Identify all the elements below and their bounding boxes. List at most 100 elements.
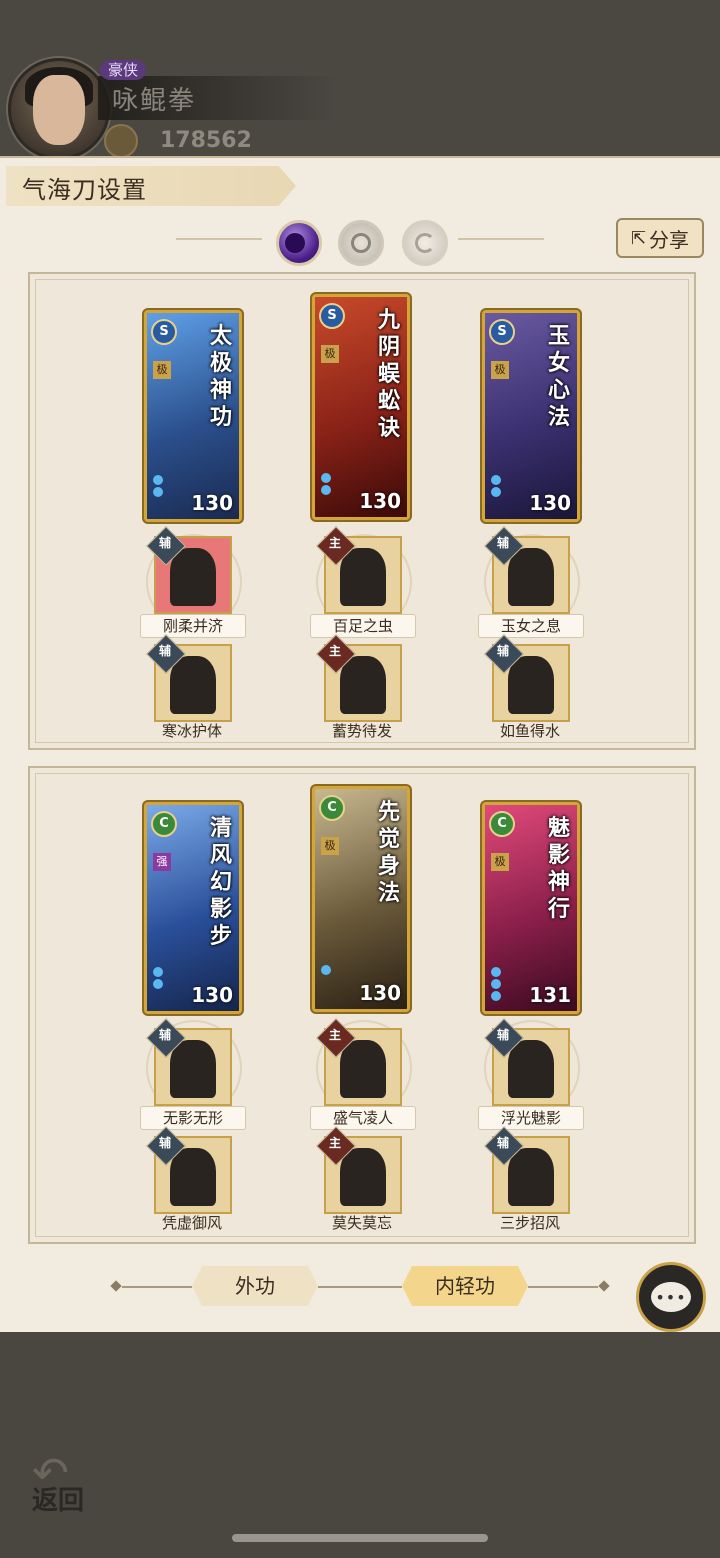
- skill-silhouette-icon: [508, 548, 554, 606]
- skill-label: 玉女之息: [478, 614, 584, 638]
- avatar-face: [33, 75, 85, 145]
- power-value: 178562: [160, 128, 252, 153]
- card-level: 130: [359, 489, 401, 513]
- skill-label: 三步招风: [499, 1214, 560, 1232]
- skill-icon-slot[interactable]: 主: [316, 1018, 402, 1106]
- chat-button[interactable]: •••: [636, 1262, 706, 1332]
- skill-label: 如鱼得水: [499, 722, 560, 740]
- skill-card[interactable]: C 强 清风幻影步 130: [144, 802, 242, 1014]
- card-type-badge: C: [319, 795, 345, 821]
- skill-silhouette-icon: [340, 656, 386, 714]
- skill-label: 莫失莫忘: [331, 1214, 392, 1232]
- skill-label: 寒冰护体: [161, 722, 222, 740]
- card-rank: 极: [321, 837, 339, 855]
- skill-silhouette-icon: [508, 1040, 554, 1098]
- tag-label: 辅: [496, 644, 509, 658]
- home-indicator[interactable]: [232, 1534, 488, 1542]
- card-dots: [321, 963, 361, 1003]
- skill-card[interactable]: C 极 先觉身法 130: [312, 786, 410, 1012]
- card-rank: 强: [153, 853, 171, 871]
- skill-card[interactable]: S 极 九阴蜈蚣诀 130: [312, 294, 410, 520]
- card-level: 131: [529, 983, 571, 1007]
- skill-card[interactable]: S 极 玉女心法 130: [482, 310, 580, 522]
- skill-silhouette-icon: [340, 1148, 386, 1206]
- skill-card[interactable]: C 极 魅影神行 131: [482, 802, 580, 1014]
- skill-label: 盛气凌人: [310, 1106, 416, 1130]
- tag-label: 辅: [158, 536, 171, 550]
- back-label: 返回: [32, 1486, 85, 1516]
- moon-orb-purple[interactable]: [276, 220, 322, 266]
- card-type-badge: C: [151, 811, 177, 837]
- skill-label: 蓄势待发: [331, 722, 392, 740]
- card-dots: [491, 473, 531, 513]
- skill-label: 凭虚御风: [161, 1214, 222, 1232]
- loadout-section-1: S 极 太极神功 130 S 极 九阴蜈蚣诀 130 S 极 玉女心法 130 …: [28, 272, 696, 750]
- crescent-icon: [285, 233, 305, 253]
- skill-silhouette-icon: [340, 548, 386, 606]
- skill-silhouette-icon: [508, 656, 554, 714]
- power-icon: [104, 124, 138, 158]
- tag-label: 辅: [496, 1136, 509, 1150]
- top-bar: 豪侠 咏鲲拳 178562: [0, 0, 720, 160]
- card-level: 130: [191, 983, 233, 1007]
- decor-line: [122, 1286, 192, 1288]
- decor-line: [318, 1286, 402, 1288]
- skill-silhouette-icon: [170, 656, 216, 714]
- card-rank: 极: [491, 853, 509, 871]
- card-type-badge: S: [151, 319, 177, 345]
- tag-label: 主: [328, 644, 341, 658]
- skill-label: 浮光魅影: [478, 1106, 584, 1130]
- skill-icon-slot[interactable]: 辅: [146, 1018, 232, 1106]
- card-level: 130: [529, 491, 571, 515]
- card-dots: [491, 965, 531, 1005]
- sun-icon: [351, 233, 371, 253]
- card-name: 先觉身法: [377, 799, 400, 906]
- sun-orb-gray[interactable]: [338, 220, 384, 266]
- skill-icon-slot[interactable]: 辅: [146, 526, 232, 614]
- skill-label: 无影无形: [140, 1106, 246, 1130]
- card-dots: [153, 473, 193, 513]
- share-icon: ⇱: [630, 227, 647, 249]
- card-type-badge: C: [489, 811, 515, 837]
- card-name: 玉女心法: [547, 323, 570, 430]
- share-button[interactable]: ⇱ 分享: [616, 218, 704, 258]
- skill-silhouette-icon: [508, 1148, 554, 1206]
- skill-icon-slot[interactable]: 主: [316, 634, 402, 722]
- rank-badge: 豪侠: [100, 60, 147, 80]
- tag-label: 辅: [158, 644, 171, 658]
- tab-outer-skill[interactable]: 外功: [192, 1266, 318, 1306]
- skill-label: 百足之虫: [310, 614, 416, 638]
- card-rank: 极: [491, 361, 509, 379]
- card-name: 九阴蜈蚣诀: [377, 307, 400, 441]
- card-rank: 极: [321, 345, 339, 363]
- skill-icon-slot[interactable]: 主: [316, 1126, 402, 1214]
- skill-icon-slot[interactable]: 辅: [484, 634, 570, 722]
- skill-card[interactable]: S 极 太极神功 130: [144, 310, 242, 522]
- card-type-badge: S: [319, 303, 345, 329]
- settings-panel: 气海刀设置 ⇱ 分享 S 极 太极神功 130 S 极 九阴蜈蚣诀 130 S …: [0, 156, 720, 1332]
- chat-icon: •••: [651, 1282, 691, 1312]
- tab-inner-skill[interactable]: 内轻功: [402, 1266, 528, 1306]
- card-dots: [321, 471, 361, 511]
- skill-icon-slot[interactable]: 辅: [484, 1126, 570, 1214]
- moon-orb-gray[interactable]: [402, 220, 448, 266]
- skill-icon-slot[interactable]: 主: [316, 526, 402, 614]
- decor-line: [528, 1286, 598, 1288]
- tag-label: 主: [328, 536, 341, 550]
- skill-label: 刚柔并济: [140, 614, 246, 638]
- card-name: 清风幻影步: [209, 815, 232, 949]
- back-button[interactable]: ↶ 返回: [26, 1448, 98, 1516]
- tag-label: 辅: [496, 1028, 509, 1042]
- tag-label: 辅: [496, 536, 509, 550]
- player-avatar[interactable]: [8, 58, 110, 160]
- skill-silhouette-icon: [340, 1040, 386, 1098]
- skill-silhouette-icon: [170, 1148, 216, 1206]
- skill-icon-slot[interactable]: 辅: [484, 526, 570, 614]
- skill-silhouette-icon: [170, 1040, 216, 1098]
- skill-icon-slot[interactable]: 辅: [146, 1126, 232, 1214]
- skill-icon-slot[interactable]: 辅: [146, 634, 232, 722]
- skill-icon-slot[interactable]: 辅: [484, 1018, 570, 1106]
- decor-line-left: [176, 238, 262, 240]
- skill-silhouette-icon: [170, 548, 216, 606]
- player-name: 咏鲲拳: [112, 86, 197, 116]
